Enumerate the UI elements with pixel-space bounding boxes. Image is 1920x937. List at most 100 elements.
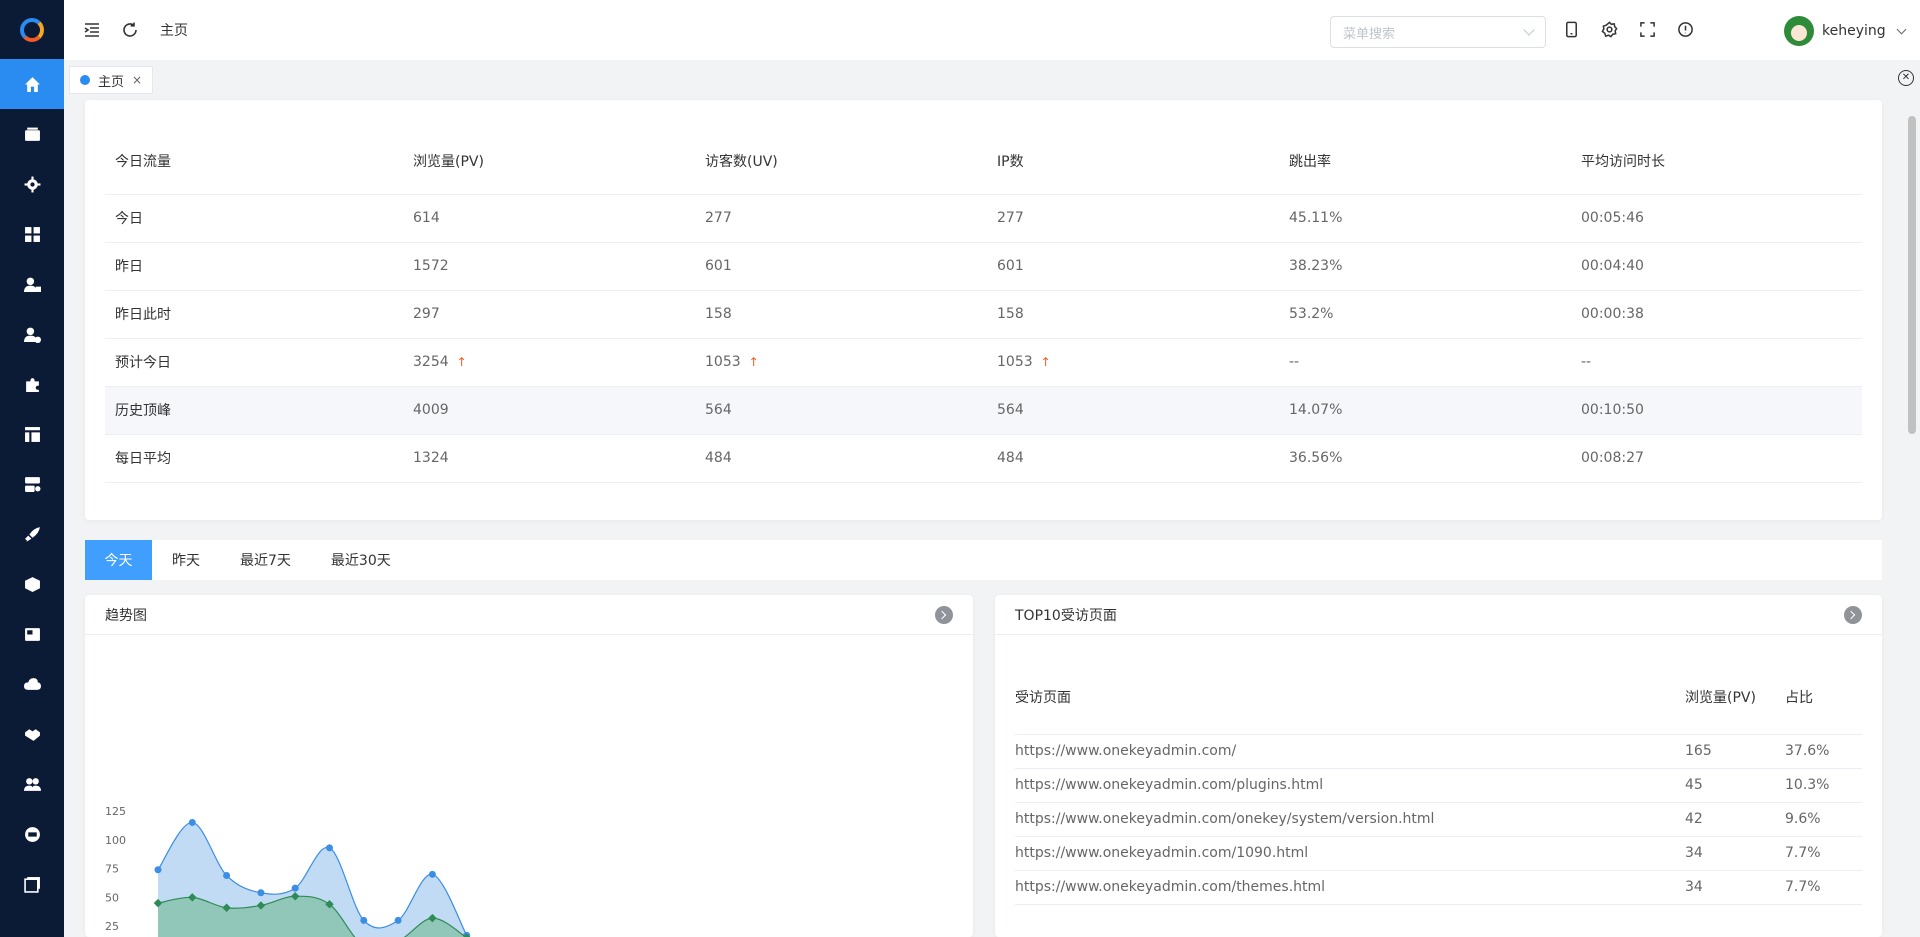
trend-chart-svg: 125 100 75 50 25	[105, 805, 471, 937]
sidebar-item-app[interactable]	[0, 809, 64, 859]
col-header: 占比	[1785, 660, 1862, 735]
table-cell: 484	[987, 434, 1279, 483]
fullscreen-icon[interactable]	[1638, 20, 1656, 38]
table-row: 昨日此时 297 158 158 53.2% 00:00:38	[105, 290, 1862, 339]
tab-close-icon[interactable]: ×	[132, 73, 142, 87]
up-arrow-icon: ↑	[748, 355, 759, 369]
top10-pages-card: TOP10受访页面 受访页面 浏览量(PV) 占比 https://www.on…	[995, 595, 1882, 937]
page-url-link[interactable]: https://www.onekeyadmin.com/1090.html	[1015, 836, 1685, 871]
sidebar-item-album[interactable]	[0, 859, 64, 909]
arrow-right-circle-icon[interactable]	[1844, 606, 1862, 624]
mobile-icon[interactable]	[1562, 20, 1580, 38]
info-icon[interactable]	[1676, 20, 1694, 38]
table-row: 昨日 1572 601 601 38.23% 00:04:40	[105, 242, 1862, 291]
album-icon	[23, 876, 40, 893]
card-header: 趋势图	[85, 595, 973, 635]
table-row: https://www.onekeyadmin.com/onekey/syste…	[1015, 802, 1862, 837]
col-header: 浏览量(PV)	[1685, 660, 1785, 735]
sidebar-item-server[interactable]	[0, 459, 64, 509]
page-url-link[interactable]: https://www.onekeyadmin.com/themes.html	[1015, 870, 1685, 905]
sidebar-item-plugins[interactable]	[0, 359, 64, 409]
table-row: 今日 614 277 277 45.11% 00:05:46	[105, 194, 1862, 243]
card-header: TOP10受访页面	[995, 595, 1882, 635]
settings-icon[interactable]	[1600, 20, 1618, 38]
data-point[interactable]	[326, 844, 333, 852]
tab-last-7-days[interactable]: 最近7天	[220, 540, 311, 580]
circle-app-icon	[24, 826, 40, 842]
page-url-link[interactable]: https://www.onekeyadmin.com/plugins.html	[1015, 768, 1685, 803]
table-cell: 7.7%	[1785, 836, 1862, 871]
sidebar-item-user-lock[interactable]	[0, 259, 64, 309]
data-point[interactable]	[188, 818, 196, 826]
app-logo[interactable]	[0, 0, 64, 59]
newspaper-icon	[24, 627, 40, 641]
page-scrollbar[interactable]	[1904, 100, 1920, 937]
sidebar-item-user-check[interactable]	[0, 309, 64, 359]
sidebar-item-news[interactable]	[0, 609, 64, 659]
table-cell: 4009	[403, 386, 695, 435]
refresh-icon[interactable]	[120, 20, 140, 40]
table-cell: 34	[1685, 870, 1785, 905]
sidebar-item-dashboard[interactable]	[0, 209, 64, 259]
sidebar-item-cube[interactable]	[0, 559, 64, 609]
avatar	[1784, 16, 1814, 46]
sidebar-item-rocket[interactable]	[0, 509, 64, 559]
cell-value: 1053	[997, 354, 1033, 370]
data-point[interactable]	[394, 916, 402, 924]
tab-last-30-days[interactable]: 最近30天	[311, 540, 411, 580]
table-cell: 601	[695, 242, 987, 291]
table-cell: 昨日	[105, 242, 403, 291]
col-header: 平均访问时长	[1571, 128, 1862, 195]
data-point[interactable]	[154, 866, 162, 874]
table-cell: 484	[695, 434, 987, 483]
sidebar-item-home[interactable]	[0, 59, 64, 109]
cloud-download-icon	[23, 677, 41, 690]
table-cell: 36.56%	[1279, 434, 1571, 483]
table-cell: 53.2%	[1279, 290, 1571, 339]
arrow-right-circle-icon[interactable]	[935, 606, 953, 624]
sidebar-item-users[interactable]	[0, 759, 64, 809]
user-check-icon	[23, 327, 41, 343]
data-point[interactable]	[428, 870, 436, 878]
sidebar-item-layout[interactable]	[0, 409, 64, 459]
menu-fold-icon[interactable]	[82, 20, 102, 40]
table-cell: 277	[987, 194, 1279, 243]
sidebar-item-settings[interactable]	[0, 159, 64, 209]
col-header: 访客数(UV)	[695, 128, 987, 195]
tab-yesterday[interactable]: 昨天	[152, 540, 220, 580]
table-cell: 1324	[403, 434, 695, 483]
sidebar-item-download[interactable]	[0, 659, 64, 709]
col-header: 受访页面	[1015, 660, 1685, 735]
col-header: IP数	[987, 128, 1279, 195]
table-cell: 00:10:50	[1571, 386, 1862, 435]
table-cell: 1053 ↑	[987, 338, 1279, 387]
active-dot-icon	[80, 75, 90, 85]
data-point[interactable]	[360, 916, 368, 924]
sidebar-item-wallet[interactable]	[0, 109, 64, 159]
data-point[interactable]	[223, 871, 231, 879]
user-menu[interactable]: keheying	[1784, 16, 1907, 46]
page-url-link[interactable]: https://www.onekeyadmin.com/	[1015, 734, 1685, 769]
data-point[interactable]	[257, 889, 265, 897]
sidebar-item-handshake[interactable]	[0, 709, 64, 759]
table-cell: 614	[403, 194, 695, 243]
page-url-link[interactable]: https://www.onekeyadmin.com/onekey/syste…	[1015, 802, 1685, 837]
close-all-tabs-icon[interactable]: ✕	[1898, 70, 1914, 86]
sidebar	[0, 0, 64, 937]
table-cell: 14.07%	[1279, 386, 1571, 435]
table-cell: 今日	[105, 194, 403, 243]
wallet-icon	[24, 127, 40, 141]
menu-search-select[interactable]: 菜单搜索	[1330, 16, 1546, 48]
tab-home[interactable]: 主页 ×	[69, 66, 154, 94]
scrollbar-thumb[interactable]	[1908, 116, 1916, 434]
menu-search-placeholder: 菜单搜索	[1343, 26, 1396, 42]
table-cell: 3254 ↑	[403, 338, 695, 387]
table-row: 每日平均 1324 484 484 36.56% 00:08:27	[105, 434, 1862, 483]
header-tools	[1562, 20, 1694, 38]
data-point[interactable]	[291, 884, 299, 892]
table-cell: 00:08:27	[1571, 434, 1862, 483]
tab-today[interactable]: 今天	[85, 540, 152, 580]
chevron-down-icon	[1523, 24, 1535, 36]
table-cell: --	[1571, 338, 1862, 387]
col-header: 浏览量(PV)	[403, 128, 695, 195]
